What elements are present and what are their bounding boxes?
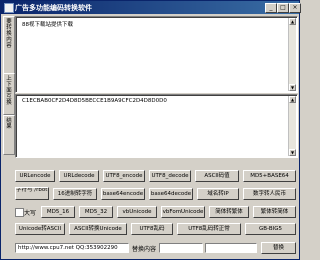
md5-32-button[interactable]: MD5_32 xyxy=(79,206,113,218)
scroll-up-arrow-icon[interactable]: ▲ xyxy=(289,18,296,25)
uppercase-checkbox-label: 大写 xyxy=(24,210,37,217)
side-tab-input[interactable]: 要转换内容 xyxy=(3,16,15,74)
app-window: 广告多功能编码转换软件 _ □ × 要转换内容 上下面互换 结果 88视下载站提… xyxy=(0,0,301,260)
input-text: 88视下载站提供下载 xyxy=(22,22,73,28)
side-tab-input-label: 要转换内容 xyxy=(6,19,12,49)
utf8-garbled-button[interactable]: UTF8乱码 xyxy=(131,223,173,235)
domain-to-ip-button[interactable]: 域名转IP xyxy=(197,188,239,200)
base64decode-button[interactable]: base64decode xyxy=(149,188,193,200)
utf8-decode-button[interactable]: UTF8_decode xyxy=(149,170,191,182)
window-title: 广告多功能编码转换软件 xyxy=(15,4,92,12)
gb-big5-button[interactable]: GB-BIG5 xyxy=(245,223,296,235)
replace-label: 替换内容 xyxy=(132,246,157,253)
urlencode-button[interactable]: URLencode xyxy=(15,170,55,182)
title-bar: 广告多功能编码转换软件 _ □ × xyxy=(1,1,301,14)
maximize-button[interactable]: □ xyxy=(277,3,289,13)
uppercase-checkbox[interactable] xyxy=(15,208,24,217)
ascii-code-button[interactable]: ASCII码值 xyxy=(195,170,239,182)
utf8-garbled-to-normal-button[interactable]: UTF8乱码转正常 xyxy=(177,223,241,235)
urldecode-button[interactable]: URLdecode xyxy=(59,170,99,182)
output-scrollbar[interactable]: ▲ ▼ xyxy=(288,96,296,156)
base64encode-button[interactable]: base64encode xyxy=(101,188,145,200)
replace-button[interactable]: 替换 xyxy=(261,242,296,254)
output-text: C1ECBAB0CF2D4D8D5BECCE1B9A9CFC2D4D8D0D0 xyxy=(22,98,167,104)
number-to-rmb-button[interactable]: 数字转人民币 xyxy=(243,188,296,200)
md5-16-button[interactable]: MD5_16 xyxy=(41,206,75,218)
utf8-encode-button[interactable]: UTF8_encode xyxy=(103,170,145,182)
side-tab-swap-label: 上下面互换 xyxy=(6,76,12,106)
traditional-to-simplified-button[interactable]: 繁体转简体 xyxy=(253,206,296,218)
close-button[interactable]: × xyxy=(289,3,301,13)
side-tab-swap[interactable]: 上下面互换 xyxy=(3,73,15,115)
side-tab-result[interactable]: 结果 xyxy=(3,115,15,155)
hex-to-char-button[interactable]: 16进制转字符 xyxy=(53,188,97,200)
simplified-to-traditional-button[interactable]: 简体转繁体 xyxy=(209,206,249,218)
ascii-to-unicode-button[interactable]: ASCII转换Unicode xyxy=(69,223,127,235)
input-textarea[interactable]: 88视下载站提供下载 ▲ ▼ xyxy=(15,16,298,93)
char-rbot-button[interactable]: 字符与 /rbot 转 xyxy=(15,187,49,200)
unicode-to-ascii-button[interactable]: Unicode转ASCII xyxy=(15,223,65,235)
vbfromunicode-button[interactable]: vbFomUnicode xyxy=(161,206,205,218)
replace-find-field[interactable] xyxy=(159,243,203,253)
app-icon xyxy=(4,3,14,13)
minimize-button[interactable]: _ xyxy=(265,3,277,13)
vbunicode-button[interactable]: vbUnicode xyxy=(117,206,157,218)
side-tab-result-label: 结果 xyxy=(6,118,12,130)
url-field[interactable]: http://www.cpu7.net QQ:353902290 xyxy=(15,243,129,253)
scroll-up-arrow-icon[interactable]: ▲ xyxy=(289,96,296,103)
replace-with-field[interactable] xyxy=(205,243,257,253)
input-scrollbar[interactable]: ▲ ▼ xyxy=(288,18,296,91)
md5-base64-button[interactable]: MD5+BASE64 xyxy=(243,170,296,182)
scroll-down-arrow-icon[interactable]: ▼ xyxy=(289,84,296,91)
scroll-down-arrow-icon[interactable]: ▼ xyxy=(289,149,296,156)
output-textarea[interactable]: C1ECBAB0CF2D4D8D5BECCE1B9A9CFC2D4D8D0D0 … xyxy=(15,94,298,158)
